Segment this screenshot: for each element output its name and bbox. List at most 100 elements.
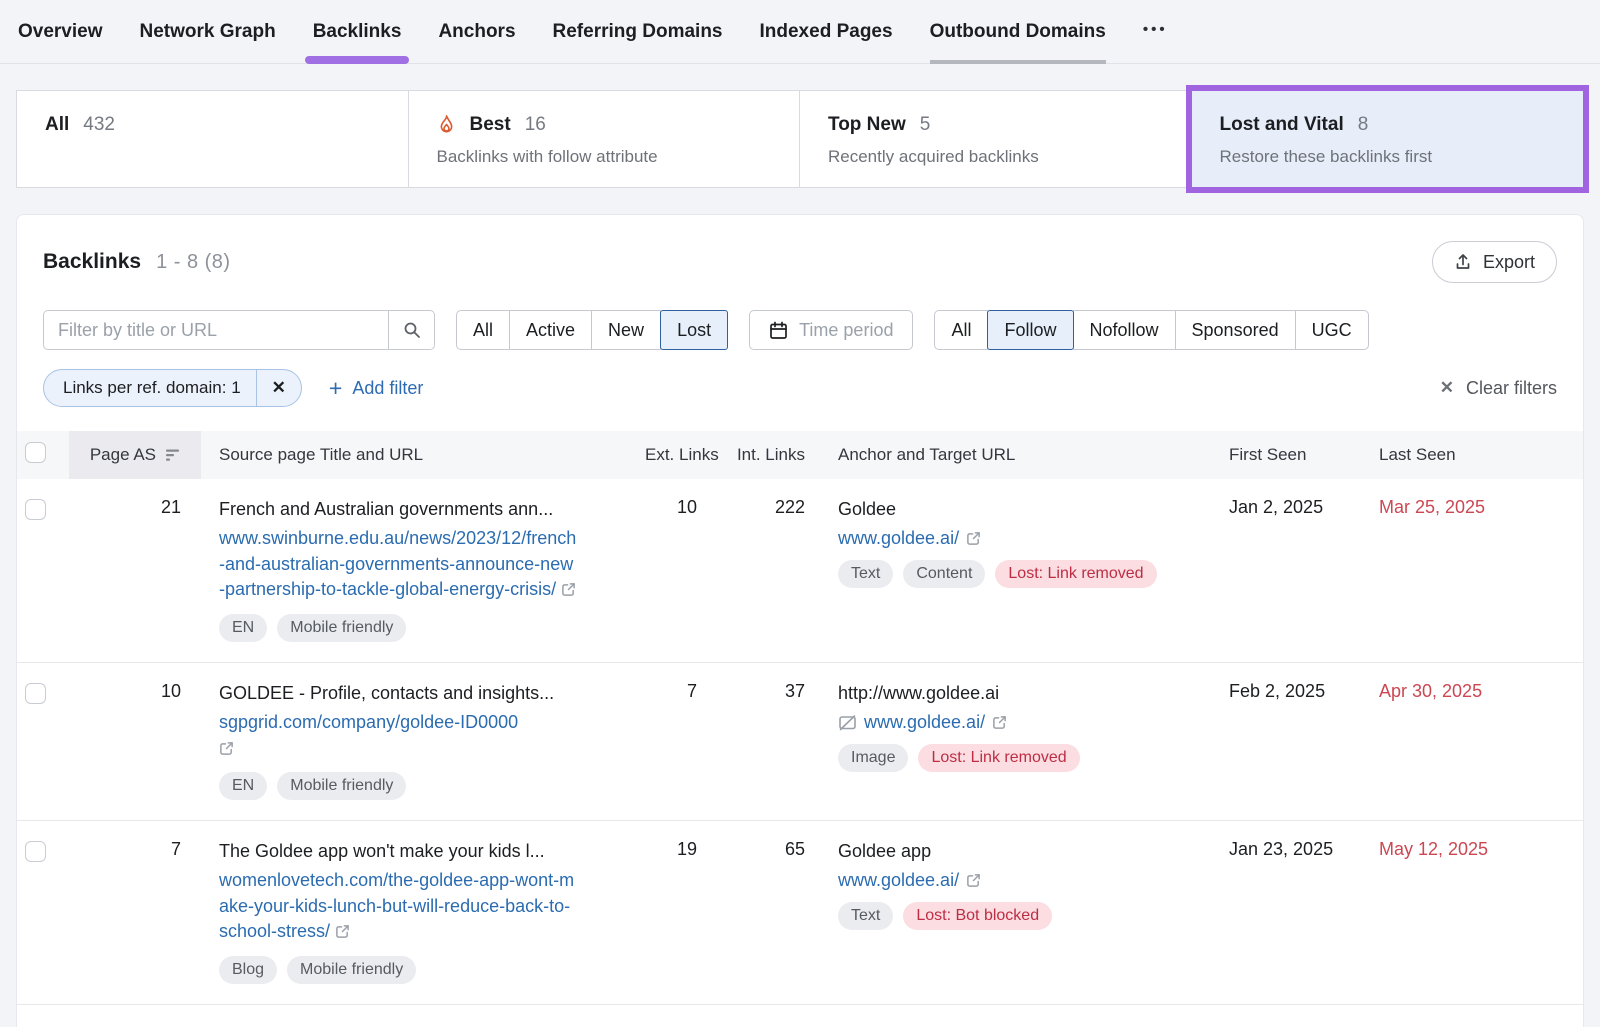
external-link-icon[interactable] <box>992 715 1007 730</box>
column-header-source: Source page Title and URL <box>201 445 645 465</box>
target-url-link[interactable]: www.goldee.ai/ <box>838 528 959 549</box>
external-link-icon[interactable] <box>966 873 981 888</box>
search-button[interactable] <box>388 311 434 349</box>
card-top-new[interactable]: Top New 5 Recently acquired backlinks <box>800 91 1192 187</box>
page-tag: Mobile friendly <box>287 956 416 984</box>
filter-chip-links-per-domain: Links per ref. domain: 1 ✕ <box>43 369 302 407</box>
result-range: 1 - 8 (8) <box>156 251 231 274</box>
card-all[interactable]: All 432 <box>17 91 409 187</box>
more-tabs-ellipsis-icon[interactable]: ••• <box>1143 21 1168 42</box>
remove-filter-icon[interactable]: ✕ <box>256 370 301 406</box>
tab-overview[interactable]: Overview <box>18 0 103 64</box>
column-header-int-links: Int. Links <box>723 445 831 465</box>
follow-option-nofollow[interactable]: Nofollow <box>1073 310 1176 350</box>
last-seen-value: Apr 30, 2025 <box>1353 681 1583 702</box>
card-top-new-title: Top New <box>828 114 906 136</box>
tab-anchors[interactable]: Anchors <box>438 0 515 64</box>
follow-option-all[interactable]: All <box>934 310 988 350</box>
external-link-icon[interactable] <box>335 924 350 939</box>
add-filter-button[interactable]: + Add filter <box>329 377 423 400</box>
external-link-icon[interactable] <box>219 741 234 756</box>
page-as-value: 7 <box>69 839 201 860</box>
anchor-text: http://www.goldee.ai <box>838 681 1203 706</box>
follow-option-follow[interactable]: Follow <box>987 310 1073 350</box>
table-row: 7 The Goldee app won't make your kids l.… <box>17 821 1583 1005</box>
external-link-icon[interactable] <box>561 582 576 597</box>
page-tag: EN <box>219 614 267 642</box>
follow-option-sponsored[interactable]: Sponsored <box>1175 310 1296 350</box>
status-option-active[interactable]: Active <box>509 310 592 350</box>
target-url-link[interactable]: www.goldee.ai/ <box>838 870 959 891</box>
column-header-last-seen: Last Seen <box>1353 445 1583 465</box>
follow-segmented-control: All Follow Nofollow Sponsored UGC <box>934 310 1368 350</box>
tab-outbound-domains[interactable]: Outbound Domains <box>930 0 1106 64</box>
search-icon <box>403 321 421 339</box>
int-links-value: 65 <box>723 839 831 860</box>
table-row: 21 French and Australian governments ann… <box>17 479 1583 663</box>
card-lost-and-vital[interactable]: Lost and Vital 8 Restore these backlinks… <box>1192 91 1584 187</box>
column-header-ext-links: Ext. Links <box>645 445 723 465</box>
column-header-first-seen: First Seen <box>1203 445 1353 465</box>
tab-backlinks[interactable]: Backlinks <box>313 0 402 64</box>
tab-network-graph[interactable]: Network Graph <box>140 0 276 64</box>
sort-icon <box>165 448 181 462</box>
source-page-url[interactable]: womenlovetech.com/the-goldee-app-wont-ma… <box>219 868 579 945</box>
row-checkbox[interactable] <box>25 499 46 520</box>
report-tabs-bar: Overview Network Graph Backlinks Anchors… <box>0 0 1600 64</box>
clear-filters-button[interactable]: ✕ Clear filters <box>1440 378 1557 399</box>
column-header-page-as[interactable]: Page AS <box>69 431 201 479</box>
tab-indexed-pages[interactable]: Indexed Pages <box>760 0 893 64</box>
anchor-text: Goldee <box>838 497 1203 522</box>
first-seen-value: Jan 2, 2025 <box>1203 497 1353 518</box>
last-seen-value: Mar 25, 2025 <box>1353 497 1583 518</box>
source-page-title: French and Australian governments ann... <box>219 497 645 522</box>
export-icon <box>1454 253 1472 271</box>
lost-status-badge: Lost: Link removed <box>995 560 1156 588</box>
select-all-checkbox[interactable] <box>25 442 46 463</box>
anchor-tag: Text <box>838 560 893 588</box>
source-page-title: GOLDEE - Profile, contacts and insights.… <box>219 681 645 706</box>
status-segmented-control: All Active New Lost <box>456 310 728 350</box>
card-best-title: Best <box>470 114 511 136</box>
time-period-label: Time period <box>799 320 893 341</box>
time-period-button[interactable]: Time period <box>749 310 913 350</box>
card-all-count: 432 <box>83 114 115 136</box>
page-tag: Mobile friendly <box>277 772 406 800</box>
page-tag: Blog <box>219 956 277 984</box>
table-header-row: Page AS Source page Title and URL Ext. L… <box>17 431 1583 479</box>
first-seen-value: Feb 2, 2025 <box>1203 681 1353 702</box>
card-best-subtitle: Backlinks with follow attribute <box>437 147 786 167</box>
page-as-value: 21 <box>69 497 201 518</box>
ext-links-value: 10 <box>645 497 723 518</box>
lost-status-badge: Lost: Bot blocked <box>903 902 1052 930</box>
source-page-url[interactable]: sgpgrid.com/company/goldee-ID0000 <box>219 710 579 761</box>
external-link-icon[interactable] <box>966 531 981 546</box>
anchor-text: Goldee app <box>838 839 1203 864</box>
title-url-filter <box>43 310 435 350</box>
clear-filters-icon: ✕ <box>1440 378 1454 398</box>
source-page-title: The Goldee app won't make your kids l... <box>219 839 645 864</box>
search-input[interactable] <box>44 311 388 349</box>
source-page-url[interactable]: www.swinburne.edu.au/news/2023/12/french… <box>219 526 579 603</box>
card-best[interactable]: Best 16 Backlinks with follow attribute <box>409 91 801 187</box>
tab-referring-domains[interactable]: Referring Domains <box>553 0 723 64</box>
int-links-value: 222 <box>723 497 831 518</box>
panel-title: Backlinks <box>43 250 141 274</box>
row-checkbox[interactable] <box>25 841 46 862</box>
last-seen-value: May 12, 2025 <box>1353 839 1583 860</box>
anchor-tag: Image <box>838 744 908 772</box>
follow-option-ugc[interactable]: UGC <box>1295 310 1369 350</box>
backlinks-table: Page AS Source page Title and URL Ext. L… <box>17 431 1583 1005</box>
backlink-summary-cards: All 432 Best 16 Backlinks with follow at… <box>16 90 1584 188</box>
filter-chip-label: Links per ref. domain: 1 <box>44 370 256 406</box>
status-option-new[interactable]: New <box>591 310 661 350</box>
lost-status-badge: Lost: Link removed <box>918 744 1079 772</box>
flame-icon <box>437 114 456 136</box>
anchor-tag: Content <box>903 560 985 588</box>
target-url-link[interactable]: www.goldee.ai/ <box>864 712 985 733</box>
status-option-lost[interactable]: Lost <box>660 310 728 350</box>
anchor-tag: Text <box>838 902 893 930</box>
row-checkbox[interactable] <box>25 683 46 704</box>
status-option-all[interactable]: All <box>456 310 510 350</box>
export-button[interactable]: Export <box>1432 241 1557 283</box>
